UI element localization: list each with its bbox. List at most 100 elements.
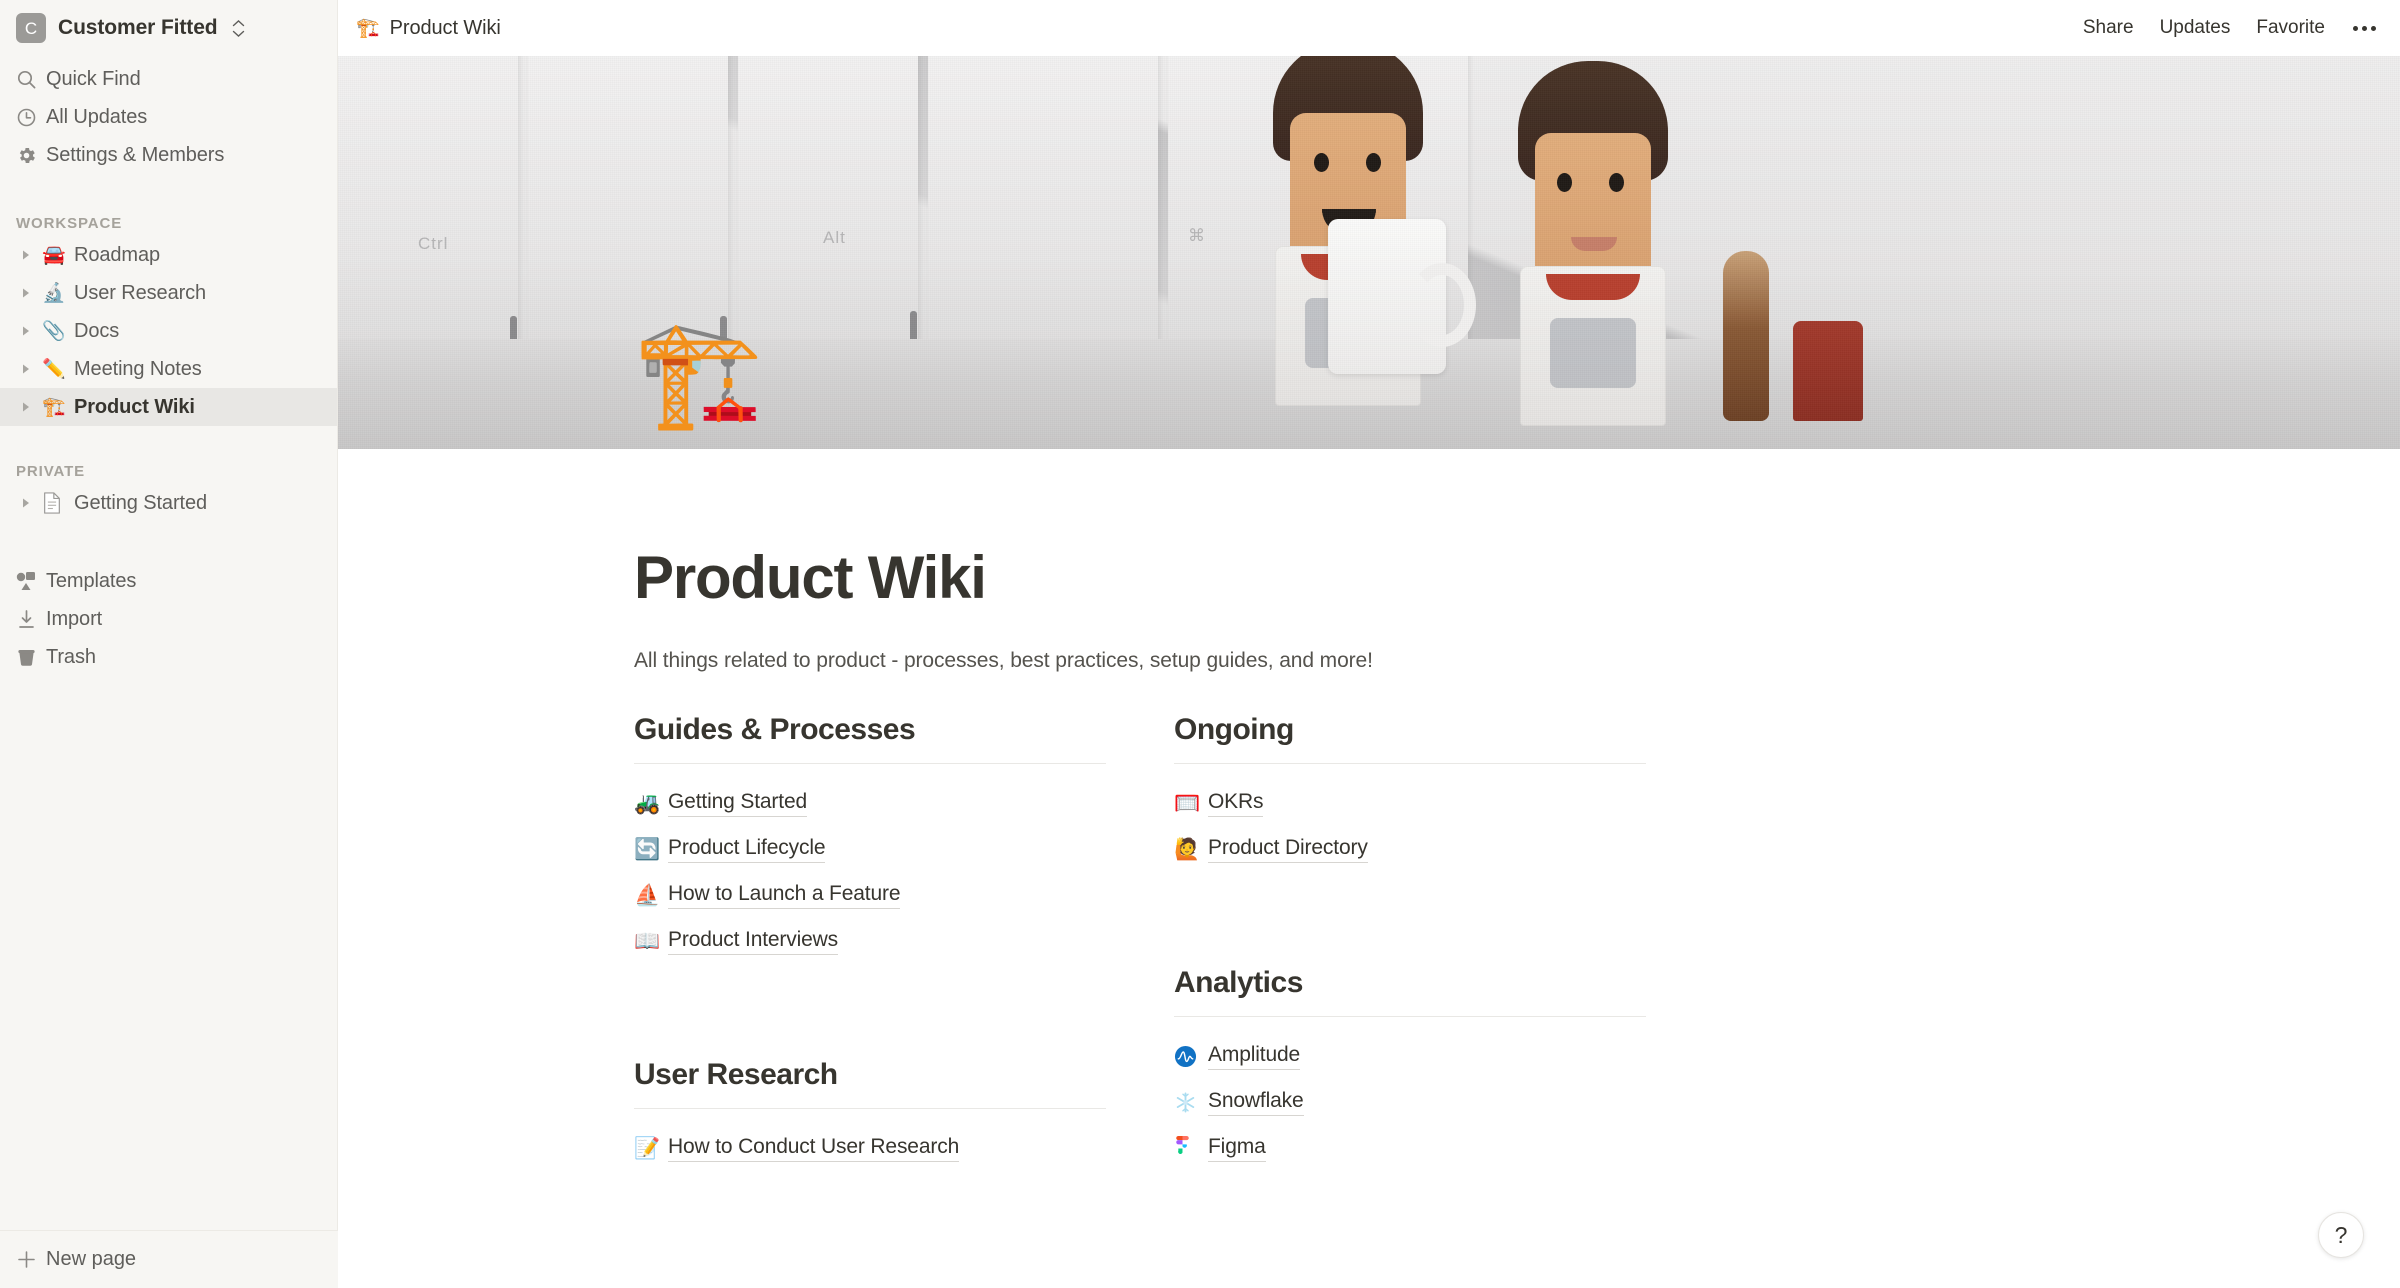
top-bar-actions: Share Updates Favorite <box>2083 17 2378 39</box>
left-column-spacer <box>634 974 1174 1058</box>
external-link-snowflake[interactable]: Snowflake <box>1174 1079 2104 1125</box>
caret-right-icon[interactable] <box>20 363 42 375</box>
updates-button[interactable]: Updates <box>2160 17 2231 39</box>
page-link-label: How to Launch a Feature <box>668 882 901 909</box>
sidebar-page-meeting-notes[interactable]: ✏️ Meeting Notes <box>0 350 337 388</box>
page-link-label: Getting Started <box>668 790 807 817</box>
sidebar-item-settings-members[interactable]: Settings & Members <box>0 136 337 174</box>
refresh-icon: 🔄 <box>634 837 661 861</box>
caret-right-icon[interactable] <box>20 401 42 413</box>
gear-icon <box>16 145 46 166</box>
search-icon <box>16 69 46 90</box>
sailboat-icon: ⛵ <box>634 883 661 907</box>
page-emoji: 🚘 <box>42 244 66 266</box>
section-heading: Analytics <box>1174 966 1303 999</box>
figma-icon <box>1174 1135 1208 1161</box>
templates-icon <box>16 571 46 591</box>
sidebar-item-all-updates[interactable]: All Updates <box>0 98 337 136</box>
private-section-title: PRIVATE <box>16 463 86 480</box>
external-link-amplitude[interactable]: Amplitude <box>1174 1033 2104 1079</box>
page-description: All things related to product - processe… <box>634 649 1373 672</box>
sidebar: C Customer Fitted Quick Find All Updates <box>0 0 338 1288</box>
section-analytics: Analytics Amplitude Snowflake Figma <box>1174 966 2104 1171</box>
sidebar-item-label: Quick Find <box>46 67 141 90</box>
private-section: PRIVATE Getting Started <box>0 450 337 522</box>
external-link-figma[interactable]: Figma <box>1174 1125 2104 1171</box>
open-book-icon: 📖 <box>634 929 661 953</box>
sidebar-page-roadmap[interactable]: 🚘 Roadmap <box>0 236 337 274</box>
clock-icon <box>16 107 46 128</box>
section-heading: Guides & Processes <box>634 713 916 746</box>
workspace-section-title: WORKSPACE <box>16 215 123 232</box>
external-link-label: Figma <box>1208 1135 1266 1162</box>
sidebar-item-templates[interactable]: Templates <box>0 562 337 600</box>
page-link-label: How to Conduct User Research <box>668 1135 959 1162</box>
help-button[interactable]: ? <box>2318 1212 2364 1258</box>
sidebar-item-label: Settings & Members <box>46 143 225 166</box>
amplitude-icon <box>1174 1045 1208 1068</box>
link-list: 🥅 OKRs 🙋 Product Directory <box>1174 764 2104 872</box>
caret-right-icon[interactable] <box>20 249 42 261</box>
more-horizontal-icon[interactable] <box>2351 25 2378 31</box>
section-ongoing: Ongoing 🥅 OKRs 🙋 Product Directory <box>1174 713 2104 872</box>
section-guides-processes: Guides & Processes 🚜 Getting Started 🔄 P… <box>634 713 1174 964</box>
new-page-button[interactable]: New page <box>0 1230 338 1288</box>
page-emoji: 🔬 <box>42 282 66 304</box>
page-link-how-to-conduct-user-research[interactable]: 📝 How to Conduct User Research <box>634 1125 1174 1171</box>
workspace-badge: C <box>16 13 46 43</box>
share-button[interactable]: Share <box>2083 17 2134 39</box>
sidebar-page-product-wiki[interactable]: 🏗️ Product Wiki <box>0 388 337 426</box>
main-content: 🏗️ Product Wiki Share Updates Favorite 🏗… <box>338 0 2400 1288</box>
sidebar-page-docs[interactable]: 📎 Docs <box>0 312 337 350</box>
page-link-how-to-launch-a-feature[interactable]: ⛵ How to Launch a Feature <box>634 872 1174 918</box>
crane-icon: 🏗️ <box>356 17 380 39</box>
page-link-okrs[interactable]: 🥅 OKRs <box>1174 780 2104 826</box>
sidebar-item-trash[interactable]: Trash <box>0 638 337 676</box>
sidebar-page-label: User Research <box>74 281 207 304</box>
sidebar-item-label: Templates <box>46 569 137 592</box>
notion-app-window: C Customer Fitted Quick Find All Updates <box>0 0 2400 1288</box>
document-icon <box>42 492 74 514</box>
top-bar: 🏗️ Product Wiki Share Updates Favorite <box>338 0 2400 56</box>
page-link-getting-started[interactable]: 🚜 Getting Started <box>634 780 1174 826</box>
page-icon[interactable]: 🏗️ <box>634 316 764 432</box>
goal-net-icon: 🥅 <box>1174 791 1201 815</box>
external-link-label: Snowflake <box>1208 1089 1304 1116</box>
page-link-label: Product Directory <box>1208 836 1368 863</box>
sidebar-page-label: Roadmap <box>74 243 161 266</box>
section-heading: User Research <box>634 1058 838 1091</box>
sidebar-secondary-nav: Templates Import Trash <box>0 562 337 676</box>
page-link-product-directory[interactable]: 🙋 Product Directory <box>1174 826 2104 872</box>
page-link-label: Product Interviews <box>668 928 838 955</box>
caret-right-icon[interactable] <box>20 287 42 299</box>
sidebar-page-label: Getting Started <box>74 491 208 514</box>
left-column: Guides & Processes 🚜 Getting Started 🔄 P… <box>634 713 1174 1181</box>
page-link-product-interviews[interactable]: 📖 Product Interviews <box>634 918 1174 964</box>
trash-icon <box>16 647 46 668</box>
person-raising-hand-icon: 🙋 <box>1174 837 1201 861</box>
workspace-switcher[interactable]: C Customer Fitted <box>0 0 337 56</box>
caret-right-icon[interactable] <box>20 497 42 509</box>
sidebar-primary-nav: Quick Find All Updates Settings & Member… <box>0 56 337 174</box>
sidebar-page-getting-started[interactable]: Getting Started <box>0 484 337 522</box>
sidebar-item-quick-find[interactable]: Quick Find <box>0 60 337 98</box>
plus-icon <box>16 1249 46 1270</box>
sidebar-page-label: Docs <box>74 319 120 342</box>
page-title: Product Wiki <box>634 544 987 611</box>
link-list: Amplitude Snowflake Figma <box>1174 1017 2104 1171</box>
workspace-section: WORKSPACE 🚘 Roadmap 🔬 User Research 📎 Do… <box>0 202 337 426</box>
sidebar-item-import[interactable]: Import <box>0 600 337 638</box>
section-user-research: User Research 📝 How to Conduct User Rese… <box>634 1058 1174 1171</box>
page-link-product-lifecycle[interactable]: 🔄 Product Lifecycle <box>634 826 1174 872</box>
sidebar-item-label: All Updates <box>46 105 148 128</box>
memo-icon: 📝 <box>634 1136 661 1160</box>
page-emoji: 📎 <box>42 320 66 342</box>
caret-right-icon[interactable] <box>20 325 42 337</box>
new-page-label: New page <box>46 1248 137 1270</box>
content-columns: Guides & Processes 🚜 Getting Started 🔄 P… <box>634 713 2104 1181</box>
breadcrumb-label: Product Wiki <box>389 16 501 39</box>
breadcrumb[interactable]: 🏗️ Product Wiki <box>356 17 501 40</box>
sidebar-page-label: Meeting Notes <box>74 357 202 380</box>
favorite-button[interactable]: Favorite <box>2256 17 2325 39</box>
sidebar-page-user-research[interactable]: 🔬 User Research <box>0 274 337 312</box>
